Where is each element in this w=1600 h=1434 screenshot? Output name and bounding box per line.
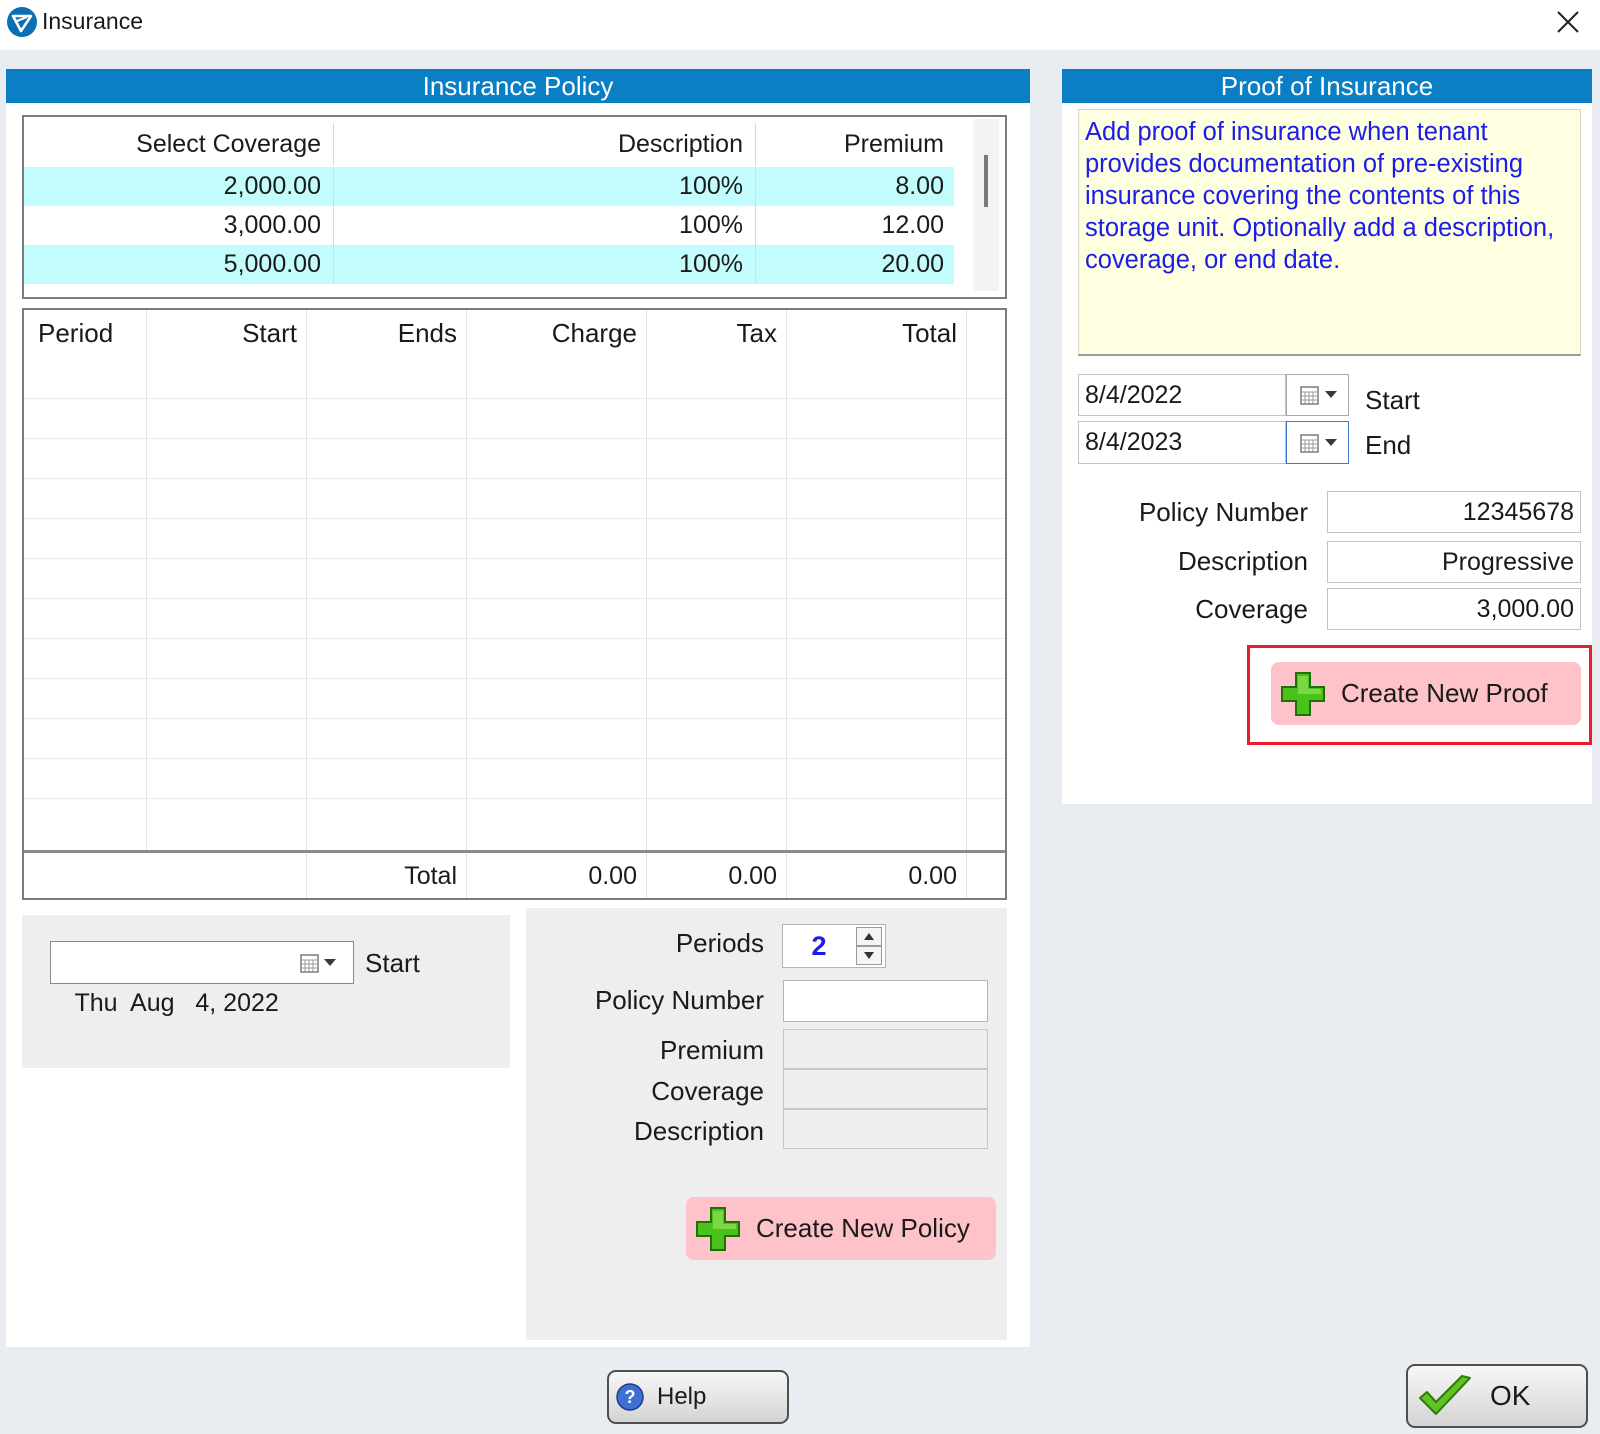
total-amount: 0.00: [908, 862, 957, 890]
proof-policy-number-input[interactable]: 12345678: [1327, 491, 1581, 533]
highlight-annotation-box: [1247, 645, 1592, 745]
coverage-cell: 5,000.00: [24, 245, 334, 284]
spinner-up-icon: [864, 933, 874, 940]
premium-cell: 12.00: [881, 211, 944, 239]
proof-coverage-input[interactable]: 3,000.00: [1327, 588, 1581, 630]
ok-label: OK: [1490, 1380, 1531, 1411]
insurance-policy-header: Insurance Policy: [6, 69, 1030, 103]
coverage-row[interactable]: 5,000.00 100% 20.00: [24, 245, 954, 284]
create-new-policy-button[interactable]: Create New Policy: [686, 1197, 996, 1260]
create-new-policy-label: Create New Policy: [756, 1213, 970, 1243]
policy-number-input[interactable]: [783, 980, 988, 1022]
premium-cell: 20.00: [881, 250, 944, 278]
coverage-cell: 3,000.00: [24, 206, 334, 245]
calendar-dropdown-button[interactable]: [297, 948, 337, 978]
column-header-start[interactable]: Start: [147, 318, 297, 349]
proof-description-label: Description: [1177, 546, 1308, 576]
coverage-header-row: Select Coverage Description Premium: [24, 123, 954, 165]
spinner-up-button[interactable]: [856, 927, 882, 946]
proof-policy-number-label: Policy Number: [1138, 497, 1308, 527]
description-cell: 100%: [334, 206, 756, 245]
proof-end-label: End: [1365, 430, 1412, 460]
help-button[interactable]: ? Help: [607, 1370, 789, 1424]
dropdown-arrow-icon: [323, 959, 336, 966]
period-grid: Period Start Ends Charge Tax Total Total…: [22, 308, 1007, 900]
proof-of-insurance-header: Proof of Insurance: [1062, 69, 1592, 103]
column-header-ends[interactable]: Ends: [307, 318, 457, 349]
description-cell: 100%: [334, 245, 756, 284]
proof-end-date-input[interactable]: 8/4/2023: [1078, 421, 1286, 464]
dropdown-arrow-icon: [1324, 391, 1337, 398]
periods-value[interactable]: 2: [783, 925, 855, 967]
column-header-charge[interactable]: Charge: [467, 318, 637, 349]
column-header-premium[interactable]: Premium: [756, 123, 956, 165]
help-icon: ?: [616, 1383, 644, 1411]
close-icon: [1557, 11, 1579, 33]
plus-icon: [696, 1206, 740, 1251]
checkmark-icon: [1419, 1375, 1471, 1415]
proof-start-date-input[interactable]: 8/4/2022: [1078, 374, 1286, 416]
periods-stepper[interactable]: 2: [782, 924, 886, 968]
coverage-label: Coverage: [651, 1076, 764, 1106]
calendar-icon: [1299, 386, 1319, 405]
proof-coverage-label: Coverage: [1195, 594, 1308, 624]
premium-field: [783, 1029, 988, 1069]
total-tax: 0.00: [728, 862, 777, 890]
coverage-field: [783, 1069, 988, 1109]
coverage-row[interactable]: 3,000.00 100% 12.00: [24, 206, 954, 245]
coverage-cell: 2,000.00: [24, 167, 334, 206]
spinner-down-button[interactable]: [856, 946, 882, 965]
coverage-scrollbar[interactable]: [973, 119, 999, 291]
calendar-icon: [1299, 433, 1319, 453]
premium-label: Premium: [659, 1035, 764, 1065]
start-date-label: Start: [365, 948, 420, 978]
column-header-select-coverage[interactable]: Select Coverage: [24, 123, 334, 165]
policy-number-label: Policy Number: [594, 985, 764, 1015]
calendar-icon: [299, 954, 319, 973]
description-cell: 100%: [334, 167, 756, 206]
description-label: Description: [633, 1116, 764, 1146]
premium-cell: 8.00: [895, 172, 944, 200]
close-button[interactable]: [1548, 4, 1588, 40]
total-charge: 0.00: [588, 862, 637, 890]
periods-label: Periods: [675, 928, 764, 958]
coverage-row[interactable]: 2,000.00 100% 8.00: [24, 167, 954, 206]
column-header-total[interactable]: Total: [787, 318, 957, 349]
help-label: Help: [657, 1383, 707, 1410]
start-date-picker[interactable]: Thu Aug 4, 2022: [50, 941, 354, 1017]
spinner-down-icon: [864, 952, 874, 959]
description-field: [783, 1109, 988, 1149]
svg-text:?: ?: [625, 1387, 636, 1407]
proof-end-calendar-button[interactable]: [1286, 421, 1349, 464]
column-header-description[interactable]: Description: [334, 123, 756, 165]
proof-start-calendar-button[interactable]: [1286, 374, 1349, 416]
title-bar: [0, 0, 1600, 50]
proof-instructions-note: Add proof of insurance when tenant provi…: [1078, 109, 1581, 356]
column-header-tax[interactable]: Tax: [647, 318, 777, 349]
dropdown-arrow-icon: [1324, 438, 1337, 446]
proof-description-input[interactable]: Progressive: [1327, 541, 1581, 583]
totals-label: Total: [404, 862, 457, 890]
scrollbar-thumb[interactable]: [984, 155, 988, 207]
column-header-period[interactable]: Period: [38, 318, 113, 349]
proof-start-label: Start: [1365, 385, 1420, 415]
coverage-grid: Select Coverage Description Premium 2,00…: [22, 115, 1007, 299]
window-title: Insurance: [42, 8, 144, 34]
start-date-value: Thu Aug 4, 2022: [74, 989, 279, 1017]
app-logo-icon: [6, 6, 38, 38]
ok-button[interactable]: OK: [1406, 1364, 1588, 1428]
